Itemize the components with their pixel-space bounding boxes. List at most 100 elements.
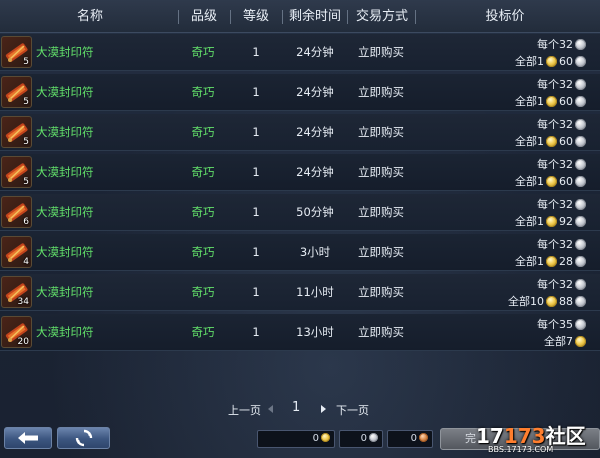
stack-count: 5 (23, 137, 29, 147)
silver-coin-icon (575, 136, 586, 147)
item-name[interactable]: 大漠封印符 (36, 34, 94, 71)
refresh-button[interactable] (57, 427, 110, 449)
trade-type: 立即购买 (358, 85, 404, 99)
column-header-grade[interactable]: 品级 (180, 0, 228, 33)
trade-type: 立即购买 (358, 45, 404, 59)
item-name[interactable]: 大漠封印符 (36, 274, 94, 311)
next-arrow-icon[interactable] (321, 405, 326, 413)
back-button[interactable] (4, 427, 52, 449)
table-row[interactable]: 5 大漠封印符 奇巧 1 24分钟 立即购买 每个32 全部1 60 (0, 114, 600, 151)
bid-gold-field[interactable]: 0 (257, 430, 335, 448)
prev-arrow-icon[interactable] (268, 405, 273, 413)
total-price: 全部1 92 (515, 213, 588, 229)
total-silver-value: 60 (559, 135, 573, 148)
total-gold-value: 1 (537, 135, 544, 148)
column-header-bid-price[interactable]: 投标价 (460, 0, 550, 33)
item-grade: 奇巧 (191, 325, 215, 339)
stack-count: 20 (17, 337, 29, 347)
total-gold-value: 1 (537, 255, 544, 268)
scroll-talisman-icon[interactable]: 5 (1, 116, 32, 148)
item-level: 1 (252, 85, 260, 99)
scroll-talisman-icon[interactable]: 5 (1, 36, 32, 68)
column-header-name[interactable]: 名称 (40, 0, 140, 33)
gold-coin-icon (546, 96, 557, 107)
column-header-time-left[interactable]: 剩余时间 (284, 0, 346, 33)
silver-coin-icon (575, 279, 586, 290)
total-silver-value: 60 (559, 95, 573, 108)
scroll-talisman-icon[interactable]: 4 (1, 236, 32, 268)
silver-coin-icon (575, 296, 586, 307)
table-row[interactable]: 5 大漠封印符 奇巧 1 24分钟 立即购买 每个32 全部1 60 (0, 74, 600, 111)
table-row[interactable]: 5 大漠封印符 奇巧 1 24分钟 立即购买 每个32 全部1 60 (0, 34, 600, 71)
item-name[interactable]: 大漠封印符 (36, 74, 94, 111)
table-row[interactable]: 34 大漠封印符 奇巧 1 11小时 立即购买 每个32 全部10 88 (0, 274, 600, 311)
scroll-talisman-icon[interactable]: 20 (1, 316, 32, 348)
table-row[interactable]: 4 大漠封印符 奇巧 1 3小时 立即购买 每个32 全部1 28 (0, 234, 600, 271)
trade-type: 立即购买 (358, 165, 404, 179)
total-price-label: 全部 (515, 95, 537, 108)
current-page-number: 1 (292, 400, 301, 415)
item-name[interactable]: 大漠封印符 (36, 234, 94, 271)
time-left: 50分钟 (296, 205, 334, 219)
column-divider (230, 10, 231, 24)
time-left: 11小时 (296, 285, 334, 299)
silver-coin-icon (575, 239, 586, 250)
prev-page-link[interactable]: 上一页 (228, 402, 261, 418)
bid-silver-field[interactable]: 0 (339, 430, 383, 448)
item-grade: 奇巧 (191, 125, 215, 139)
stack-count: 5 (23, 177, 29, 187)
total-silver-value: 92 (559, 215, 573, 228)
total-gold-value: 10 (530, 295, 544, 308)
watermark-url: BBS.17173.COM (488, 445, 554, 454)
item-name[interactable]: 大漠封印符 (36, 314, 94, 351)
bid-copper-field[interactable]: 0 (387, 430, 433, 448)
unit-price: 每个32 (537, 76, 588, 92)
time-left: 24分钟 (296, 45, 334, 59)
total-price: 全部7 (544, 333, 588, 349)
next-page-link[interactable]: 下一页 (336, 402, 369, 418)
total-price: 全部1 60 (515, 173, 588, 189)
column-header-level[interactable]: 等级 (232, 0, 280, 33)
silver-coin-icon (575, 256, 586, 267)
total-price: 全部1 60 (515, 133, 588, 149)
item-grade: 奇巧 (191, 165, 215, 179)
unit-price: 每个32 (537, 276, 588, 292)
gold-coin-icon (575, 336, 586, 347)
trade-type: 立即购买 (358, 125, 404, 139)
scroll-talisman-icon[interactable]: 5 (1, 76, 32, 108)
unit-price-label: 每个 (537, 158, 559, 171)
time-left: 24分钟 (296, 165, 334, 179)
table-row[interactable]: 6 大漠封印符 奇巧 1 50分钟 立即购买 每个32 全部1 92 (0, 194, 600, 231)
gold-coin-icon (546, 256, 557, 267)
stack-count: 5 (23, 57, 29, 67)
total-price-label: 全部 (508, 295, 530, 308)
gold-coin-icon (546, 176, 557, 187)
stack-count: 4 (23, 257, 29, 267)
total-gold-value: 1 (537, 95, 544, 108)
item-level: 1 (252, 245, 260, 259)
item-name[interactable]: 大漠封印符 (36, 154, 94, 191)
bid-copper-value: 0 (410, 433, 417, 444)
item-grade: 奇巧 (191, 85, 215, 99)
item-level: 1 (252, 125, 260, 139)
scroll-talisman-icon[interactable]: 34 (1, 276, 32, 308)
copper-coin-icon (419, 433, 428, 442)
time-left: 24分钟 (296, 125, 334, 139)
unit-price: 每个32 (537, 196, 588, 212)
item-level: 1 (252, 285, 260, 299)
column-header-trade-type[interactable]: 交易方式 (349, 0, 415, 33)
item-name[interactable]: 大漠封印符 (36, 194, 94, 231)
scroll-talisman-icon[interactable]: 5 (1, 156, 32, 188)
gold-coin-icon (546, 216, 557, 227)
item-name[interactable]: 大漠封印符 (36, 114, 94, 151)
scroll-talisman-icon[interactable]: 6 (1, 196, 32, 228)
table-row[interactable]: 20 大漠封印符 奇巧 1 13小时 立即购买 每个35 全部7 (0, 314, 600, 351)
item-grade: 奇巧 (191, 285, 215, 299)
total-silver-value: 28 (559, 255, 573, 268)
silver-coin-icon (575, 119, 586, 130)
total-price: 全部1 60 (515, 53, 588, 69)
silver-coin-icon (575, 319, 586, 330)
total-price-label: 全部 (515, 175, 537, 188)
table-row[interactable]: 5 大漠封印符 奇巧 1 24分钟 立即购买 每个32 全部1 60 (0, 154, 600, 191)
total-gold-value: 1 (537, 55, 544, 68)
